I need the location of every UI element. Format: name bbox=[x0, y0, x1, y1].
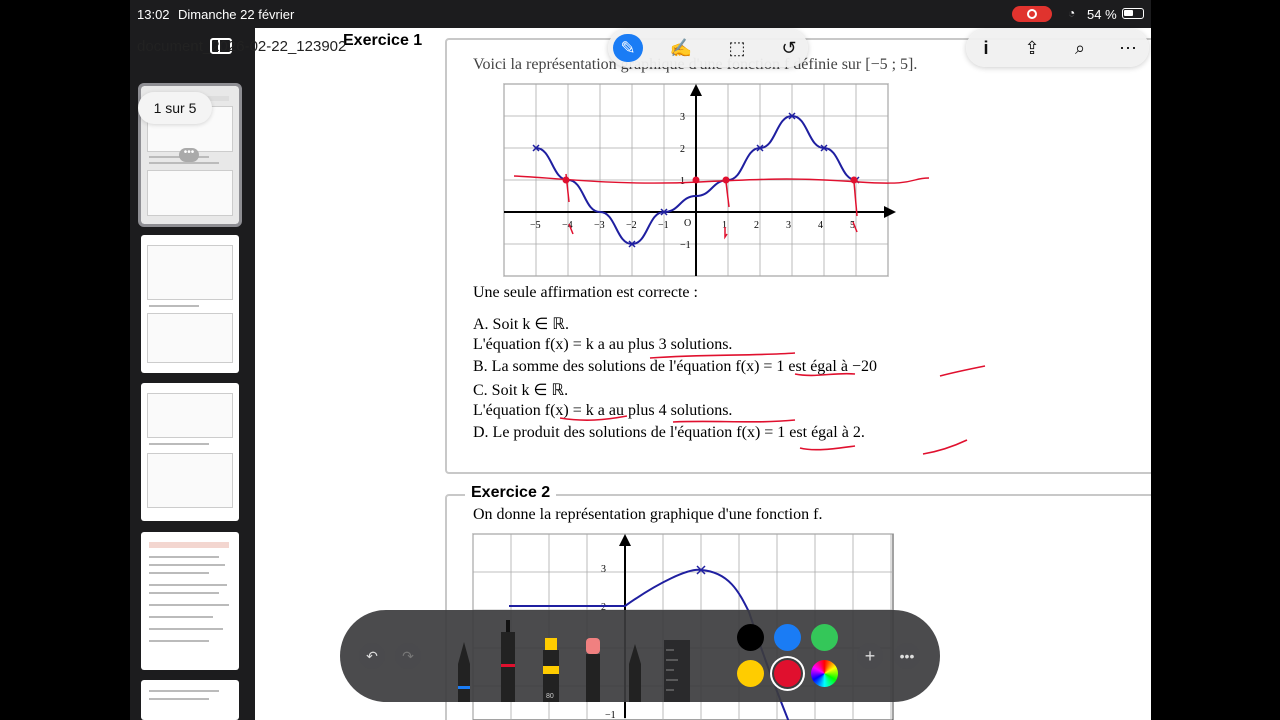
battery-icon bbox=[1122, 8, 1144, 19]
ex2-ytick-3: 3 bbox=[601, 564, 606, 575]
ruler-tool[interactable] bbox=[662, 640, 692, 702]
color-picker-icon[interactable] bbox=[811, 660, 838, 687]
color-red[interactable] bbox=[774, 660, 801, 687]
document-actions-bar: i ⇪ ⌕ ⋯ bbox=[966, 29, 1149, 67]
add-tool-icon[interactable]: + bbox=[857, 643, 883, 669]
ex2-ytick-neg1: −1 bbox=[605, 710, 616, 720]
thumbnail-page-4[interactable] bbox=[141, 532, 239, 670]
color-black[interactable] bbox=[737, 624, 764, 651]
monoline-tool[interactable] bbox=[498, 614, 518, 702]
search-icon[interactable]: ⌕ bbox=[1065, 34, 1095, 62]
status-date: Dimanche 22 février bbox=[178, 7, 295, 22]
screen-recording-icon[interactable] bbox=[1012, 6, 1052, 22]
exercise-2-title: Exercice 2 bbox=[465, 484, 557, 502]
toolbar-more-icon[interactable]: ••• bbox=[894, 643, 920, 669]
battery-label: 54 % bbox=[1087, 7, 1117, 22]
document-title: document_2026-02-22_123902 bbox=[137, 38, 347, 55]
exercise-2-intro: On donne la représentation graphique d'u… bbox=[473, 506, 823, 523]
info-icon[interactable]: i bbox=[971, 34, 1001, 62]
highlighter-tool[interactable]: 80 bbox=[540, 638, 562, 702]
color-green[interactable] bbox=[811, 624, 838, 651]
thumbnail-page-3[interactable] bbox=[141, 383, 239, 521]
status-bar: 13:02 Dimanche 22 février ◔ 54 % bbox=[0, 0, 1280, 28]
color-yellow[interactable] bbox=[737, 660, 764, 687]
color-blue[interactable] bbox=[774, 624, 801, 651]
exercise-1-title: Exercice 1 bbox=[337, 32, 429, 50]
thumbnail-page-2[interactable] bbox=[141, 235, 239, 373]
thumbnail-more-icon[interactable]: ••• bbox=[179, 148, 199, 162]
handwriting-icon[interactable]: ✍ bbox=[666, 34, 696, 62]
eraser-tool[interactable] bbox=[583, 638, 603, 702]
thumbnail-sidebar: ••• bbox=[130, 28, 252, 720]
select-area-icon[interactable]: ⬚ bbox=[722, 34, 752, 62]
page-indicator: 1 sur 5 bbox=[138, 92, 212, 124]
pencil-tool[interactable] bbox=[625, 644, 645, 702]
markup-mode-bar: ✎ ✍ ⬚ ↺ bbox=[608, 29, 808, 67]
wifi-icon: ◔ bbox=[1068, 6, 1076, 20]
undo-icon[interactable]: ↶ bbox=[359, 643, 385, 669]
drawing-toolbar: ↶ ↷ 80 + ••• bbox=[340, 610, 940, 702]
share-icon[interactable]: ⇪ bbox=[1017, 34, 1047, 62]
rotate-icon[interactable]: ↺ bbox=[774, 34, 804, 62]
status-time: 13:02 bbox=[137, 7, 170, 22]
redo-icon[interactable]: ↷ bbox=[395, 643, 421, 669]
pen-tool[interactable] bbox=[454, 624, 474, 702]
thumbnail-page-5[interactable] bbox=[141, 680, 239, 720]
highlighter-label: 80 bbox=[546, 693, 554, 700]
markup-pen-icon[interactable]: ✎ bbox=[613, 34, 643, 62]
more-icon[interactable]: ⋯ bbox=[1113, 34, 1143, 62]
